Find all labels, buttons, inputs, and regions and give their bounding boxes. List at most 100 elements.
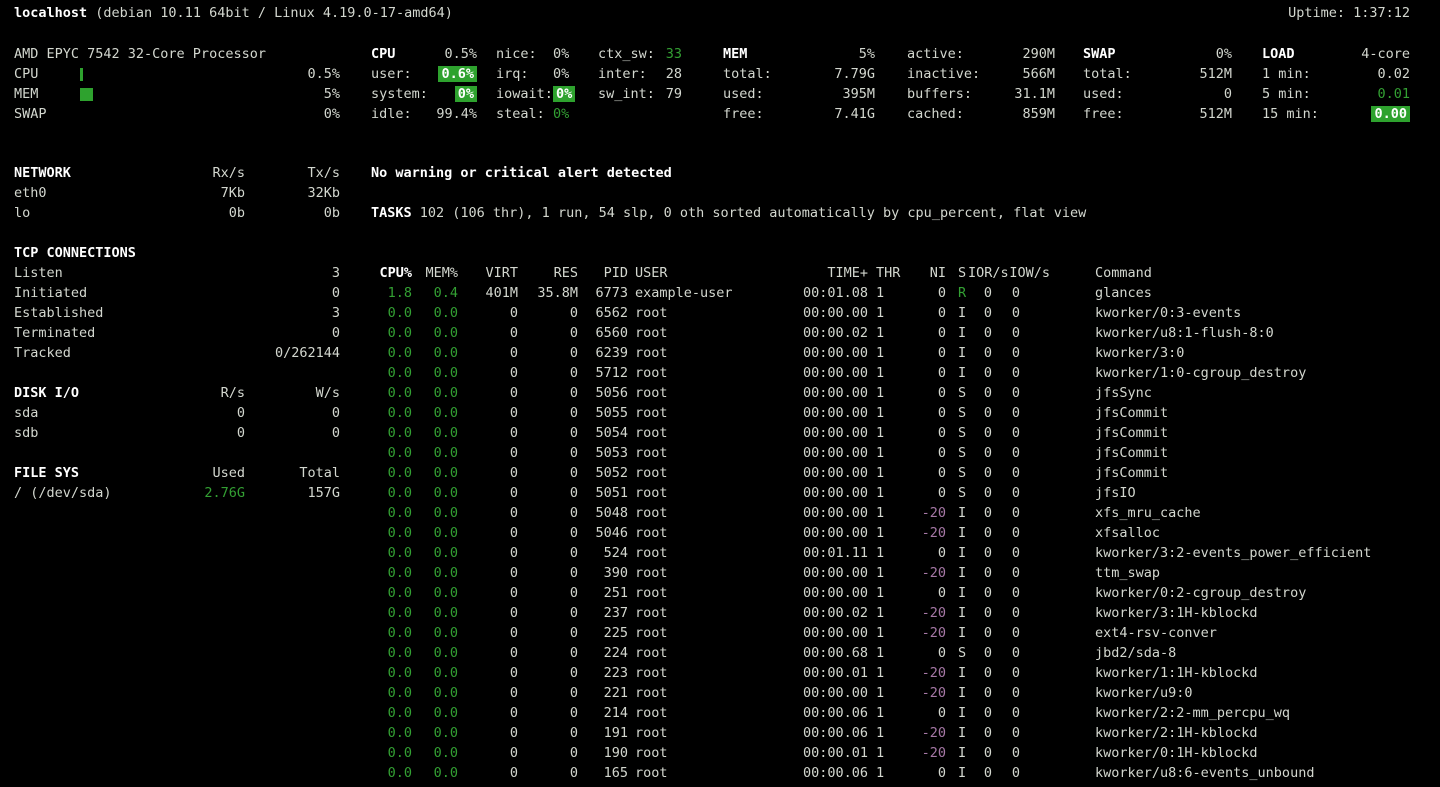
cpu-cell: 0% [553, 44, 569, 64]
proc-virt: 0 [458, 663, 518, 683]
proc-res: 0 [518, 403, 578, 423]
proc-cpu: 0.0 [370, 383, 412, 403]
proc-thr: 1 [868, 463, 902, 483]
proc-time: 00:00.00 [802, 483, 868, 503]
proc-cpu: 1.8 [370, 283, 412, 303]
proc-thr: 1 [868, 743, 902, 763]
proc-cmd: kworker/2:2-mm_percpu_wq [1050, 703, 1432, 723]
proc-iow: 0 [1004, 683, 1050, 703]
proc-ior: 0 [968, 303, 1004, 323]
proc-cmd: jfsCommit [1050, 403, 1432, 423]
proc-cpu: 0.0 [370, 503, 412, 523]
cpu-cell-highlight: 0.6% [438, 66, 477, 82]
proc-iow: 0 [1004, 783, 1050, 787]
proc-cpu: 0.0 [370, 643, 412, 663]
proc-col-header-pid: PID [578, 263, 628, 283]
proc-ni: -20 [902, 743, 946, 763]
process-row: 0.00.0006562root00:00.0010I00kworker/0:3… [370, 303, 1432, 323]
proc-mem: 0.0 [412, 383, 458, 403]
proc-iow: 0 [1004, 643, 1050, 663]
proc-mem: 0.0 [412, 783, 458, 787]
proc-pid: 5055 [578, 403, 628, 423]
proc-time: 00:00.00 [802, 363, 868, 383]
mem-row: total:7.79Ginactive:566M [723, 64, 1055, 84]
proc-virt: 0 [458, 683, 518, 703]
process-table: CPU%MEM%VIRTRESPIDUSERTIME+THRNISIOR/sIO… [370, 263, 1432, 787]
process-row: 0.00.0005053root00:00.0010S00jfsCommit [370, 443, 1432, 463]
proc-res: 0 [518, 603, 578, 623]
quicklook-row: SWAP0% [14, 104, 340, 124]
proc-virt: 0 [458, 483, 518, 503]
network-cell: 0b [245, 203, 340, 223]
proc-virt: 0 [458, 703, 518, 723]
cpu-cell: user: [371, 64, 428, 84]
proc-ior: 0 [968, 723, 1004, 743]
proc-cmd: jfsIO [1050, 483, 1432, 503]
proc-res: 0 [518, 723, 578, 743]
proc-thr: 1 [868, 663, 902, 683]
proc-ni: 0 [902, 703, 946, 723]
proc-ni: 0 [902, 463, 946, 483]
proc-user: root [628, 403, 802, 423]
proc-mem: 0.0 [412, 443, 458, 463]
proc-mem: 0.0 [412, 503, 458, 523]
proc-user: root [628, 623, 802, 643]
proc-ior: 0 [968, 623, 1004, 643]
mem-cell: buffers: [875, 84, 979, 104]
proc-user: root [628, 363, 802, 383]
proc-res: 0 [518, 543, 578, 563]
cpu-row: idle:99.4%steal:0% [371, 104, 682, 124]
proc-cpu: 0.0 [370, 443, 412, 463]
disk-cell: R/s [145, 383, 245, 403]
proc-res: 0 [518, 583, 578, 603]
proc-user: root [628, 523, 802, 543]
proc-user: root [628, 783, 802, 787]
process-header-row: CPU%MEM%VIRTRESPIDUSERTIME+THRNISIOR/sIO… [370, 263, 1432, 283]
proc-s: R [946, 283, 968, 303]
load-panel: LOAD4-core1 min:0.025 min:0.0115 min:0.0… [1262, 44, 1410, 124]
cpu-cell: CPU [371, 44, 428, 64]
quicklook-panel: AMD EPYC 7542 32-Core Processor CPU0.5%M… [14, 44, 340, 124]
tcp-cell: TCP CONNECTIONS [14, 243, 145, 263]
proc-ior: 0 [968, 443, 1004, 463]
process-row: 0.00.000251root00:00.0010I00kworker/0:2-… [370, 583, 1432, 603]
proc-user: root [628, 683, 802, 703]
proc-virt: 0 [458, 723, 518, 743]
proc-cmd: glances [1050, 283, 1432, 303]
process-row: 0.00.000191root00:00.061-20I00kworker/2:… [370, 723, 1432, 743]
tcp-cell [145, 343, 245, 363]
proc-time: 00:00.00 [802, 523, 868, 543]
hostname: localhost [14, 5, 87, 21]
proc-thr: 1 [868, 683, 902, 703]
proc-thr: 1 [868, 323, 902, 343]
swap-cell: 0 [1133, 84, 1232, 104]
proc-time: 00:00.00 [802, 403, 868, 423]
proc-res: 0 [518, 643, 578, 663]
cpu-model: AMD EPYC 7542 32-Core Processor [14, 44, 340, 64]
network-row: lo0b0b [14, 203, 340, 223]
proc-pid: 191 [578, 723, 628, 743]
proc-ior: 0 [968, 503, 1004, 523]
proc-mem: 0.4 [412, 283, 458, 303]
proc-ior: 0 [968, 343, 1004, 363]
proc-thr: 1 [868, 383, 902, 403]
proc-ni: 0 [902, 763, 946, 783]
proc-res: 0 [518, 783, 578, 787]
proc-res: 0 [518, 303, 578, 323]
process-row: 0.00.0006560root00:00.0210I00kworker/u8:… [370, 323, 1432, 343]
tcp-row: Tracked0/262144 [14, 343, 340, 363]
proc-ni: 0 [902, 543, 946, 563]
cpu-cell: 33 [659, 44, 682, 64]
os-info: (debian 10.11 64bit / Linux 4.19.0-17-am… [87, 5, 453, 21]
load-row: 5 min:0.01 [1262, 84, 1410, 104]
proc-s: I [946, 603, 968, 623]
proc-ior: 0 [968, 663, 1004, 683]
cpu-cell: 99.4% [428, 104, 477, 124]
process-row: 0.00.000225root00:00.001-20I00ext4-rsv-c… [370, 623, 1432, 643]
cpu-row: user:0.6%irq:0%inter:28 [371, 64, 682, 84]
proc-virt: 0 [458, 583, 518, 603]
proc-cpu: 0.0 [370, 363, 412, 383]
glances-terminal-screen[interactable]: localhost (debian 10.11 64bit / Linux 4.… [0, 0, 1440, 787]
filesys-cell: / (/dev/sda) [14, 483, 145, 503]
proc-user: root [628, 483, 802, 503]
